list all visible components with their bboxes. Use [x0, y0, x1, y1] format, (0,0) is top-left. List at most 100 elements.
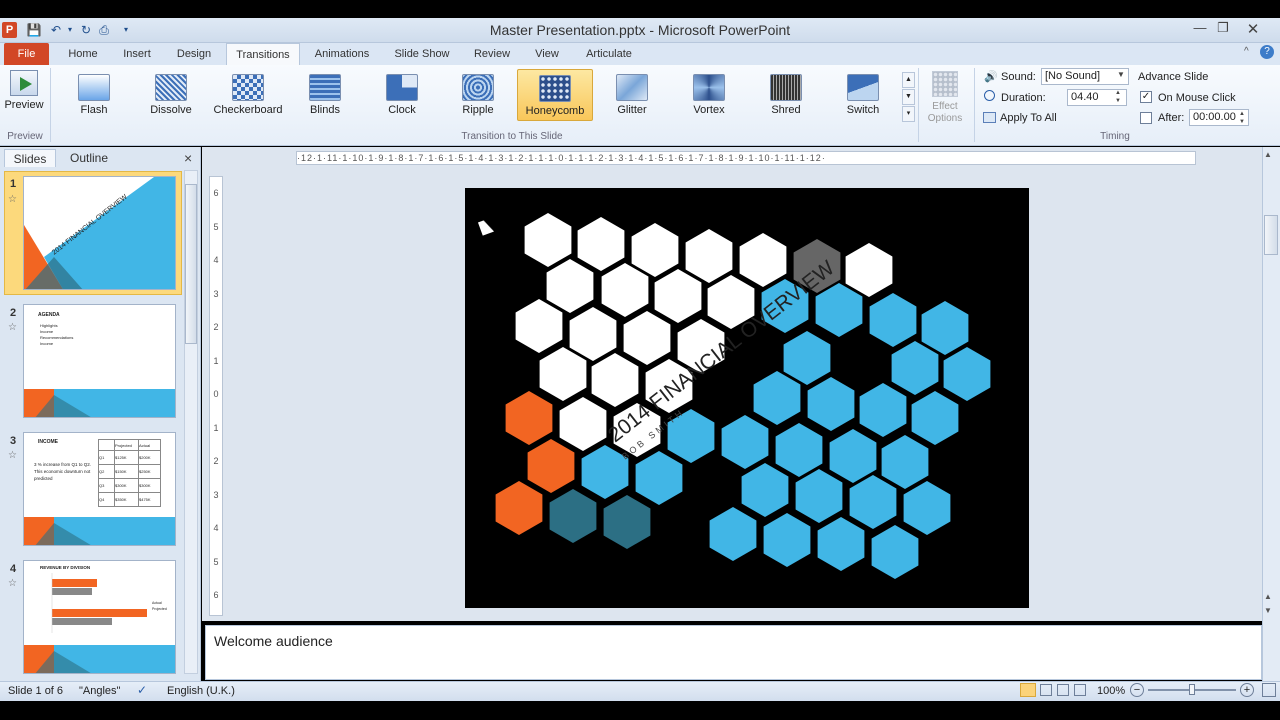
hexagon-tile — [654, 269, 702, 323]
gallery-scroll-up-icon[interactable]: ▲ — [902, 72, 915, 88]
gallery-scroll-down-icon[interactable]: ▼ — [902, 89, 915, 105]
transition-blinds[interactable]: Blinds — [287, 69, 363, 121]
close-panel-icon[interactable]: × — [184, 150, 192, 166]
transition-switch[interactable]: Switch — [825, 69, 901, 121]
next-slide-icon[interactable]: ▼ — [1264, 606, 1272, 615]
transition-clock[interactable]: Clock — [364, 69, 440, 121]
hexagon-tile — [569, 307, 617, 361]
scroll-up-icon[interactable]: ▲ — [1264, 150, 1272, 159]
tab-slides[interactable]: Slides — [4, 149, 56, 167]
transition-star-icon: ☆ — [8, 322, 17, 333]
window-title: Master Presentation.pptx - Microsoft Pow… — [489, 22, 791, 38]
transition-honeycomb[interactable]: Honeycomb — [517, 69, 593, 121]
tab-view[interactable]: View — [526, 43, 568, 65]
tab-articulate[interactable]: Articulate — [576, 43, 642, 65]
transition-label: Shred — [771, 104, 801, 116]
hexagon-tile — [795, 469, 843, 523]
transition-vortex[interactable]: Vortex — [671, 69, 747, 121]
tab-home[interactable]: Home — [60, 43, 106, 65]
transition-checkerboard[interactable]: Checkerboard — [210, 69, 286, 121]
hexagon-tile — [845, 243, 893, 297]
apply-to-all-button[interactable]: Apply To All — [1000, 112, 1057, 124]
spelling-check-icon[interactable]: ✓ — [137, 683, 147, 697]
previous-slide-icon[interactable]: ▲ — [1264, 592, 1272, 601]
panel-scroll-thumb[interactable] — [185, 184, 197, 344]
slide-thumbnail-2[interactable]: AGENDA Highlights Income Recommendations… — [23, 304, 176, 418]
close-window-button[interactable]: ✕ — [1238, 20, 1268, 38]
hexagon-tile — [721, 415, 769, 469]
transition-label: Glitter — [617, 104, 647, 116]
tab-file[interactable]: File — [4, 43, 49, 65]
gallery-more-icon[interactable]: ▾ — [902, 106, 915, 122]
help-icon[interactable]: ? — [1260, 45, 1274, 59]
minimize-ribbon-icon[interactable]: ^ — [1244, 46, 1249, 57]
dissolve-icon — [155, 74, 187, 101]
theme-status[interactable]: "Angles" — [79, 685, 120, 697]
slide-thumbnail-1[interactable]: 2014 FINANCIAL OVERVIEW — [23, 176, 176, 290]
hexagon-tile — [549, 489, 597, 543]
transition-star-icon: ☆ — [8, 578, 17, 589]
after-label: After: — [1158, 112, 1185, 124]
thumbnail-1-art: 2014 FINANCIAL OVERVIEW — [24, 177, 175, 289]
spinner-arrows-icon[interactable]: ▲ ▼ — [1239, 110, 1245, 126]
clock-icon — [386, 74, 418, 101]
tab-insert[interactable]: Insert — [114, 43, 160, 65]
on-mouse-click-checkbox[interactable]: ✓ — [1140, 91, 1152, 103]
notes-text[interactable]: Welcome audience — [214, 633, 333, 649]
notes-pane[interactable] — [205, 625, 1262, 680]
tab-outline[interactable]: Outline — [60, 149, 118, 167]
hexagon-tile — [815, 283, 863, 337]
spinner-arrows-icon[interactable]: ▲ ▼ — [1115, 89, 1121, 105]
blinds-icon — [309, 74, 341, 101]
hexagon-tile — [505, 391, 553, 445]
tab-review[interactable]: Review — [466, 43, 518, 65]
zoom-out-icon[interactable]: − — [1130, 683, 1144, 697]
tab-transitions[interactable]: Transitions — [226, 43, 300, 65]
effect-options-button[interactable]: Effect Options — [922, 68, 968, 128]
slide-number: 3 — [10, 435, 17, 447]
language-status[interactable]: English (U.K.) — [167, 685, 235, 697]
transition-label: Blinds — [310, 104, 340, 116]
slide-canvas[interactable]: 2014 FINANCIAL OVERVIEW BOB SMITH — [465, 188, 1029, 608]
sound-select[interactable]: [No Sound] — [1041, 68, 1129, 85]
chevron-down-icon[interactable]: ▼ — [1117, 70, 1125, 79]
transition-label: Honeycomb — [525, 105, 585, 117]
slide-sorter-icon[interactable] — [1040, 684, 1052, 696]
transition-flash[interactable]: Flash — [56, 69, 132, 121]
hexagon-tile — [527, 439, 575, 493]
zoom-level[interactable]: 100% — [1097, 685, 1125, 697]
hexagon-tile — [623, 311, 671, 365]
sound-icon: 🔊 — [984, 71, 998, 83]
scroll-thumb[interactable] — [1264, 215, 1278, 255]
transition-glitter[interactable]: Glitter — [594, 69, 670, 121]
zoom-slider-thumb[interactable] — [1189, 684, 1195, 695]
glitter-icon — [616, 74, 648, 101]
transition-shred[interactable]: Shred — [748, 69, 824, 121]
hexagon-tile — [881, 435, 929, 489]
hexagon-tile — [817, 517, 865, 571]
restore-button[interactable]: ❐ — [1208, 20, 1238, 38]
transition-dissolve[interactable]: Dissolve — [133, 69, 209, 121]
slide-thumbnail-4[interactable]: REVENUE BY DIVISION Actual Projected — [23, 560, 176, 674]
zoom-in-icon[interactable]: + — [1240, 683, 1254, 697]
fit-to-window-icon[interactable] — [1262, 683, 1276, 697]
tab-slide-show[interactable]: Slide Show — [386, 43, 458, 65]
preview-icon — [10, 70, 38, 96]
flash-icon — [78, 74, 110, 101]
normal-view-icon[interactable] — [1020, 683, 1036, 697]
preview-button[interactable]: Preview — [3, 68, 45, 118]
tab-design[interactable]: Design — [168, 43, 220, 65]
after-checkbox[interactable] — [1140, 112, 1152, 124]
apply-all-icon — [983, 112, 996, 123]
preview-label: Preview — [4, 99, 44, 111]
hexagon-tile — [807, 377, 855, 431]
transition-label: Dissolve — [150, 104, 192, 116]
tab-animations[interactable]: Animations — [306, 43, 378, 65]
slide-thumbnail-3[interactable]: INCOME 3 % increase from Q1 to Q2. This … — [23, 432, 176, 546]
hexagon-tile — [829, 429, 877, 483]
duration-icon — [984, 90, 995, 101]
reading-view-icon[interactable] — [1057, 684, 1069, 696]
slide-show-icon[interactable] — [1074, 684, 1086, 696]
transition-ripple[interactable]: Ripple — [440, 69, 516, 121]
hexagon-tile — [911, 391, 959, 445]
